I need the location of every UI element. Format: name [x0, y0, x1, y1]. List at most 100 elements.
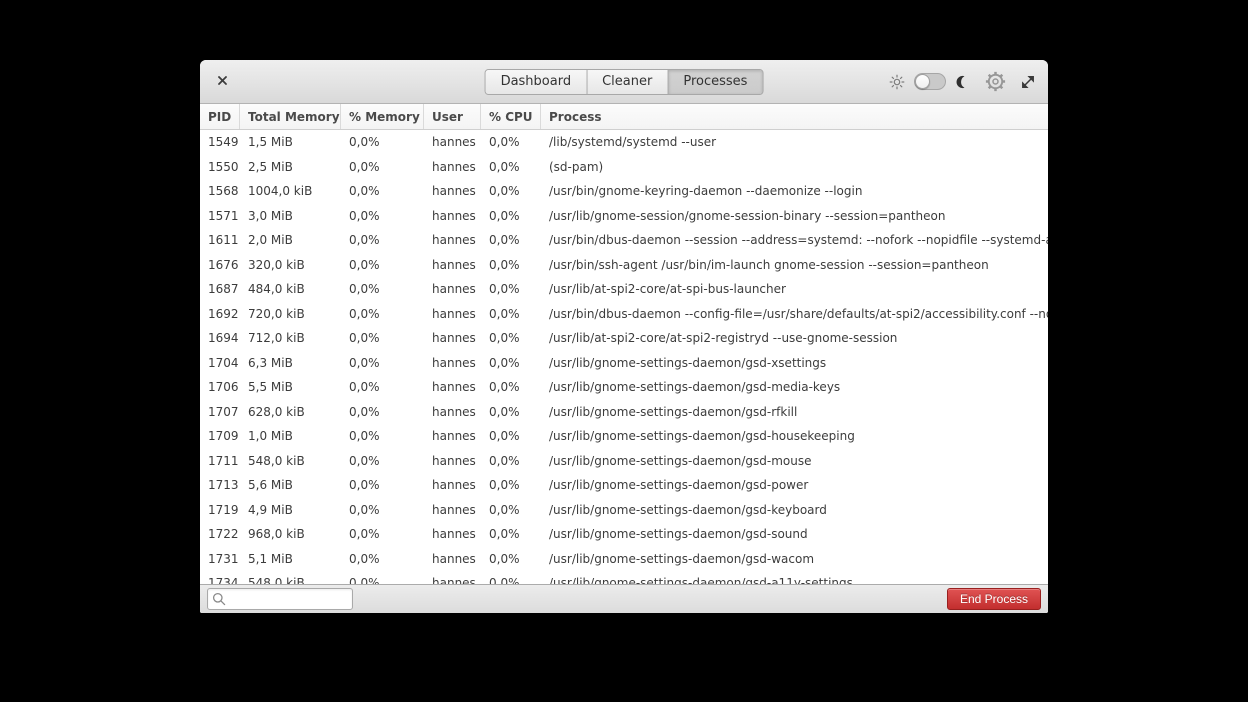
search-icon: [211, 591, 227, 607]
cell-memory: 6,3 MiB: [240, 356, 341, 370]
cell-memory: 720,0 kiB: [240, 307, 341, 321]
close-button[interactable]: [210, 60, 234, 103]
search-input[interactable]: [207, 588, 353, 610]
cell-process: /usr/bin/ssh-agent /usr/bin/im-launch gn…: [541, 258, 1048, 272]
cell-pid: 1722: [200, 527, 240, 541]
cell-percent-memory: 0,0%: [341, 429, 424, 443]
view-switcher: Dashboard Cleaner Processes: [485, 69, 764, 95]
cell-percent-memory: 0,0%: [341, 454, 424, 468]
cell-pid: 1719: [200, 503, 240, 517]
cell-pid: 1550: [200, 160, 240, 174]
cell-process: /usr/lib/gnome-settings-daemon/gsd-sound: [541, 527, 1048, 541]
cell-percent-memory: 0,0%: [341, 258, 424, 272]
cell-memory: 1,0 MiB: [240, 429, 341, 443]
column-header-user[interactable]: User: [424, 104, 481, 129]
table-row[interactable]: 1550 2,5 MiB 0,0% hannes 0,0% (sd-pam): [200, 155, 1048, 180]
cell-process: /usr/lib/gnome-session/gnome-session-bin…: [541, 209, 1048, 223]
cell-user: hannes: [424, 356, 481, 370]
sun-icon: [889, 74, 905, 90]
cell-process: /usr/lib/at-spi2-core/at-spi2-registryd …: [541, 331, 1048, 345]
cell-pid: 1611: [200, 233, 240, 247]
cell-user: hannes: [424, 527, 481, 541]
cell-percent-memory: 0,0%: [341, 405, 424, 419]
cell-user: hannes: [424, 331, 481, 345]
cell-user: hannes: [424, 405, 481, 419]
column-header-process[interactable]: Process: [541, 104, 1048, 129]
cell-percent-cpu: 0,0%: [481, 576, 541, 584]
tab-processes[interactable]: Processes: [668, 70, 762, 94]
table-row[interactable]: 1704 6,3 MiB 0,0% hannes 0,0% /usr/lib/g…: [200, 351, 1048, 376]
column-header-pid[interactable]: PID: [200, 104, 240, 129]
cell-percent-cpu: 0,0%: [481, 307, 541, 321]
table-row[interactable]: 1687 484,0 kiB 0,0% hannes 0,0% /usr/lib…: [200, 277, 1048, 302]
cell-percent-cpu: 0,0%: [481, 282, 541, 296]
cell-pid: 1711: [200, 454, 240, 468]
gear-icon[interactable]: [984, 70, 1007, 93]
close-icon: [216, 72, 229, 91]
table-row[interactable]: 1709 1,0 MiB 0,0% hannes 0,0% /usr/lib/g…: [200, 424, 1048, 449]
cell-user: hannes: [424, 503, 481, 517]
cell-pid: 1687: [200, 282, 240, 296]
cell-memory: 3,0 MiB: [240, 209, 341, 223]
table-row[interactable]: 1611 2,0 MiB 0,0% hannes 0,0% /usr/bin/d…: [200, 228, 1048, 253]
cell-percent-memory: 0,0%: [341, 356, 424, 370]
cell-memory: 5,1 MiB: [240, 552, 341, 566]
cell-percent-memory: 0,0%: [341, 527, 424, 541]
cell-user: hannes: [424, 135, 481, 149]
cell-process: /lib/systemd/systemd --user: [541, 135, 1048, 149]
action-bar: End Process: [200, 584, 1048, 613]
cell-memory: 1004,0 kiB: [240, 184, 341, 198]
table-row[interactable]: 1722 968,0 kiB 0,0% hannes 0,0% /usr/lib…: [200, 522, 1048, 547]
cell-process: /usr/lib/gnome-settings-daemon/gsd-xsett…: [541, 356, 1048, 370]
cell-pid: 1706: [200, 380, 240, 394]
table-row[interactable]: 1734 548,0 kiB 0,0% hannes 0,0% /usr/lib…: [200, 571, 1048, 584]
table-row[interactable]: 1692 720,0 kiB 0,0% hannes 0,0% /usr/bin…: [200, 302, 1048, 327]
cell-percent-cpu: 0,0%: [481, 209, 541, 223]
column-header-percent-memory[interactable]: % Memory: [341, 104, 424, 129]
cell-pid: 1707: [200, 405, 240, 419]
column-header-total-memory[interactable]: Total Memory: [240, 104, 341, 129]
cell-user: hannes: [424, 258, 481, 272]
table-row[interactable]: 1719 4,9 MiB 0,0% hannes 0,0% /usr/lib/g…: [200, 498, 1048, 523]
cell-user: hannes: [424, 576, 481, 584]
cell-memory: 1,5 MiB: [240, 135, 341, 149]
table-row[interactable]: 1711 548,0 kiB 0,0% hannes 0,0% /usr/lib…: [200, 449, 1048, 474]
table-row[interactable]: 1568 1004,0 kiB 0,0% hannes 0,0% /usr/bi…: [200, 179, 1048, 204]
cell-user: hannes: [424, 233, 481, 247]
theme-toggle[interactable]: [914, 73, 946, 90]
cell-percent-memory: 0,0%: [341, 135, 424, 149]
column-header-percent-cpu[interactable]: % CPU: [481, 104, 541, 129]
theme-toggle-knob: [915, 74, 930, 89]
cell-percent-memory: 0,0%: [341, 331, 424, 345]
cell-process: /usr/lib/gnome-settings-daemon/gsd-power: [541, 478, 1048, 492]
table-row[interactable]: 1713 5,6 MiB 0,0% hannes 0,0% /usr/lib/g…: [200, 473, 1048, 498]
table-row[interactable]: 1706 5,5 MiB 0,0% hannes 0,0% /usr/lib/g…: [200, 375, 1048, 400]
cell-percent-cpu: 0,0%: [481, 527, 541, 541]
cell-percent-memory: 0,0%: [341, 184, 424, 198]
moon-icon: [955, 75, 969, 89]
end-process-button[interactable]: End Process: [947, 588, 1041, 610]
cell-user: hannes: [424, 478, 481, 492]
cell-percent-memory: 0,0%: [341, 160, 424, 174]
cell-user: hannes: [424, 282, 481, 296]
cell-process: /usr/lib/gnome-settings-daemon/gsd-wacom: [541, 552, 1048, 566]
search-field: [207, 588, 353, 610]
cell-percent-memory: 0,0%: [341, 307, 424, 321]
table-row[interactable]: 1694 712,0 kiB 0,0% hannes 0,0% /usr/lib…: [200, 326, 1048, 351]
expand-icon[interactable]: [1020, 74, 1036, 90]
table-row[interactable]: 1571 3,0 MiB 0,0% hannes 0,0% /usr/lib/g…: [200, 204, 1048, 229]
table-row[interactable]: 1549 1,5 MiB 0,0% hannes 0,0% /lib/syste…: [200, 130, 1048, 155]
cell-user: hannes: [424, 160, 481, 174]
process-table-header: PID Total Memory % Memory User % CPU Pro…: [200, 104, 1048, 130]
cell-percent-cpu: 0,0%: [481, 478, 541, 492]
table-row[interactable]: 1731 5,1 MiB 0,0% hannes 0,0% /usr/lib/g…: [200, 547, 1048, 572]
cell-percent-cpu: 0,0%: [481, 454, 541, 468]
tab-dashboard[interactable]: Dashboard: [486, 70, 588, 94]
cell-memory: 2,5 MiB: [240, 160, 341, 174]
table-row[interactable]: 1676 320,0 kiB 0,0% hannes 0,0% /usr/bin…: [200, 253, 1048, 278]
cell-pid: 1692: [200, 307, 240, 321]
cell-percent-cpu: 0,0%: [481, 331, 541, 345]
titlebar: Dashboard Cleaner Processes: [200, 60, 1048, 104]
table-row[interactable]: 1707 628,0 kiB 0,0% hannes 0,0% /usr/lib…: [200, 400, 1048, 425]
tab-cleaner[interactable]: Cleaner: [587, 70, 668, 94]
